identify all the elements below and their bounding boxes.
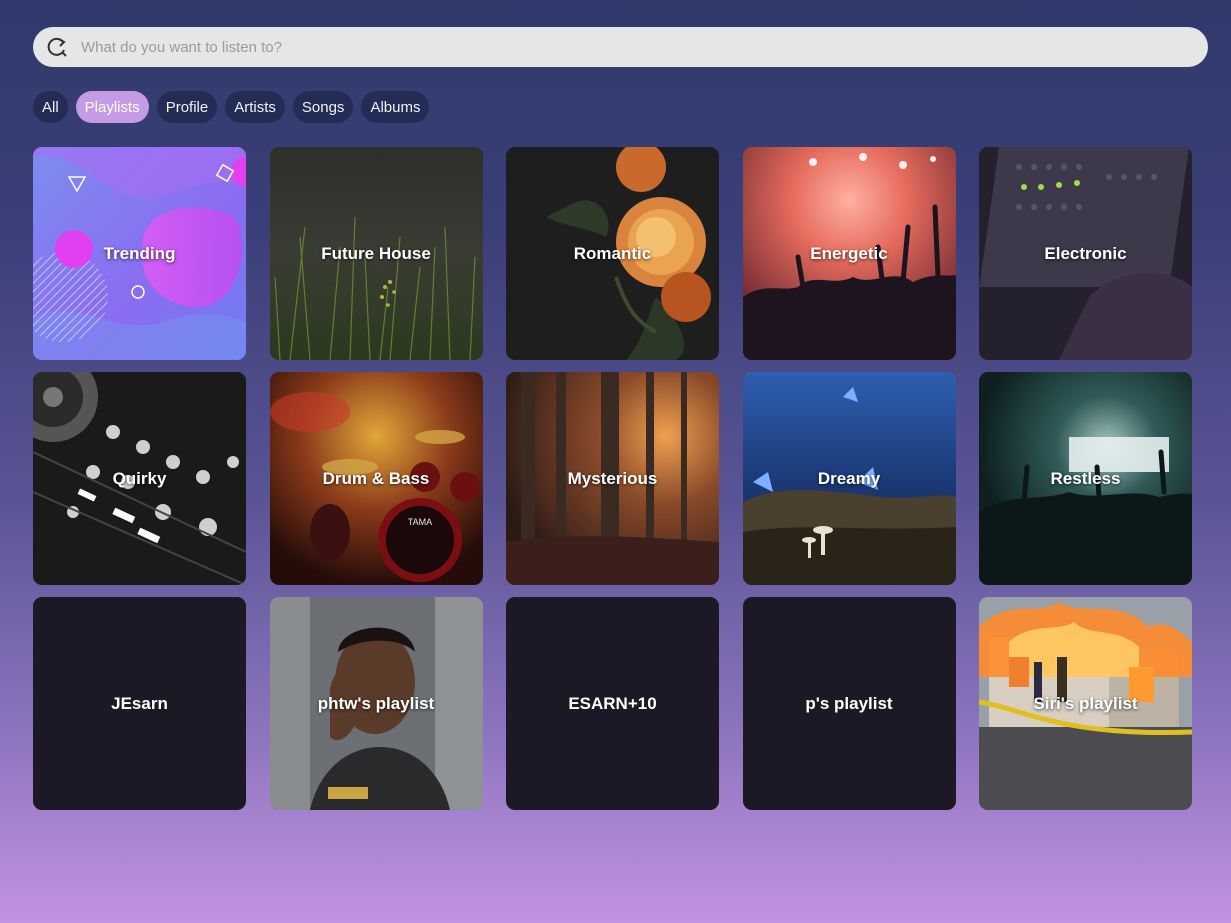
playlist-tile-esarn-10[interactable]: ESARN+10 <box>506 597 719 810</box>
playlist-tile-mysterious[interactable]: Mysterious <box>506 372 719 585</box>
playlist-tile-quirky[interactable]: Quirky <box>33 372 246 585</box>
playlist-title: phtw's playlist <box>317 693 435 713</box>
playlist-title: Romantic <box>573 243 652 263</box>
playlist-title: Dreamy <box>817 468 881 488</box>
playlist-tile-phtws-playlist[interactable]: phtw's playlist <box>269 597 483 810</box>
filter-chip-artists[interactable]: Artists <box>225 91 285 123</box>
filter-chips: All Playlists Profile Artists Songs Albu… <box>33 91 430 123</box>
playlist-title: Quirky <box>112 468 167 488</box>
playlist-title: Drum & Bass <box>322 468 430 488</box>
playlist-tile-trending[interactable]: Trending <box>33 147 246 360</box>
filter-chip-songs[interactable]: Songs <box>292 91 354 123</box>
playlist-title: Trending <box>103 243 176 263</box>
search-bar[interactable] <box>33 27 1208 67</box>
playlist-title: Siri's playlist <box>1033 693 1138 713</box>
playlist-tile-ps-playlist[interactable]: p's playlist <box>742 597 956 810</box>
search-refresh-icon <box>45 35 69 59</box>
playlist-title: Electronic <box>1044 243 1127 263</box>
playlist-tile-restless[interactable]: Restless <box>979 372 1192 585</box>
playlist-tile-jesarn[interactable]: JEsarn <box>33 597 246 810</box>
playlist-title: p's playlist <box>805 693 893 713</box>
playlist-tile-siris-playlist[interactable]: Siri's playlist <box>979 597 1192 810</box>
filter-chip-playlists[interactable]: Playlists <box>75 91 149 123</box>
playlist-title: Energetic <box>810 243 888 263</box>
filter-chip-all[interactable]: All <box>33 91 68 123</box>
playlist-title: Restless <box>1050 468 1121 488</box>
playlist-tile-energetic[interactable]: Energetic <box>742 147 956 360</box>
playlist-tile-drum-and-bass[interactable]: TAMA Drum & Bass <box>269 372 483 585</box>
playlist-tile-dreamy[interactable]: Dreamy <box>742 372 956 585</box>
playlist-grid: Trending Future House Romantic Energetic… <box>33 147 1192 810</box>
playlist-tile-future-house[interactable]: Future House <box>269 147 483 360</box>
filter-chip-profile[interactable]: Profile <box>156 91 218 123</box>
filter-chip-albums[interactable]: Albums <box>361 91 430 123</box>
playlist-title: Future House <box>321 243 431 263</box>
search-input[interactable] <box>79 28 1083 66</box>
playlist-title: ESARN+10 <box>568 693 657 713</box>
playlist-title: JEsarn <box>111 693 168 713</box>
playlist-tile-romantic[interactable]: Romantic <box>506 147 719 360</box>
playlist-tile-electronic[interactable]: Electronic <box>979 147 1192 360</box>
svg-text:TAMA: TAMA <box>407 517 431 527</box>
playlist-title: Mysterious <box>567 468 658 488</box>
